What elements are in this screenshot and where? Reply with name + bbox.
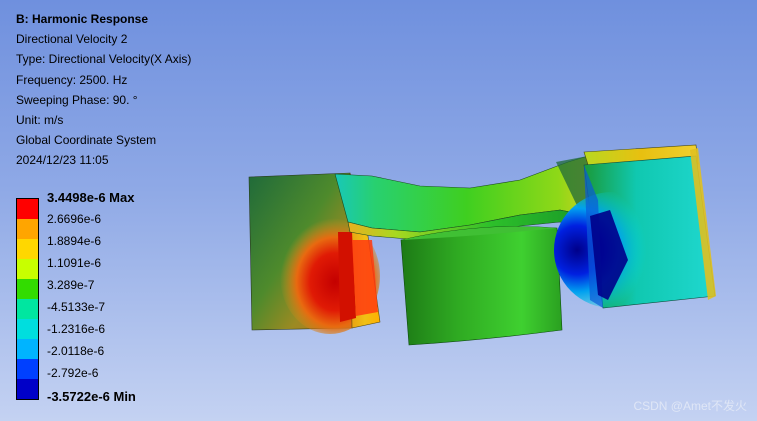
legend-swatch-9 — [17, 359, 38, 379]
result-unit: Unit: m/s — [16, 113, 64, 128]
legend-swatch-4 — [17, 259, 38, 279]
result-frequency: Frequency: 2500. Hz — [16, 72, 128, 87]
result-coordinate-system: Global Coordinate System — [16, 133, 157, 148]
watermark: CSDN @Amet不发火 — [633, 399, 747, 413]
legend-label: -4.5133e-7 — [47, 300, 106, 314]
legend-swatch-3 — [17, 239, 38, 259]
legend-label: 1.8894e-6 — [47, 234, 102, 248]
legend-label: 1.1091e-6 — [47, 256, 102, 270]
legend-label: 2.6696e-6 — [47, 212, 102, 226]
legend-min-label: -3.5722e-6 Min — [47, 389, 136, 404]
result-type: Type: Directional Velocity(X Axis) — [16, 52, 192, 67]
legend-label: -2.0118e-6 — [47, 344, 105, 358]
legend-swatch-2 — [17, 219, 38, 239]
result-title: B: Harmonic Response — [16, 12, 149, 26]
legend-swatch-6 — [17, 299, 38, 319]
legend-label: -1.2316e-6 — [47, 322, 106, 336]
result-header: B: Harmonic Response Directional Velocit… — [16, 9, 191, 171]
result-phase: Sweeping Phase: 90. ° — [16, 92, 138, 107]
legend-swatch-10 — [17, 379, 38, 399]
cylinder[interactable] — [400, 226, 563, 346]
graphics-viewport[interactable]: B: Harmonic Response Directional Velocit… — [0, 0, 757, 421]
legend-swatch-8 — [17, 339, 38, 359]
legend-color-bar — [16, 198, 39, 400]
legend-swatch-5 — [17, 279, 38, 299]
legend-label: -2.792e-6 — [47, 366, 99, 380]
legend-swatch-7 — [17, 319, 38, 339]
legend-label: 3.289e-7 — [47, 278, 95, 292]
legend-swatch-1 — [17, 199, 38, 219]
result-timestamp: 2024/12/23 11:05 — [16, 153, 109, 168]
legend-max-label: 3.4498e-6 Max — [47, 190, 135, 205]
result-name: Directional Velocity 2 — [16, 32, 128, 47]
